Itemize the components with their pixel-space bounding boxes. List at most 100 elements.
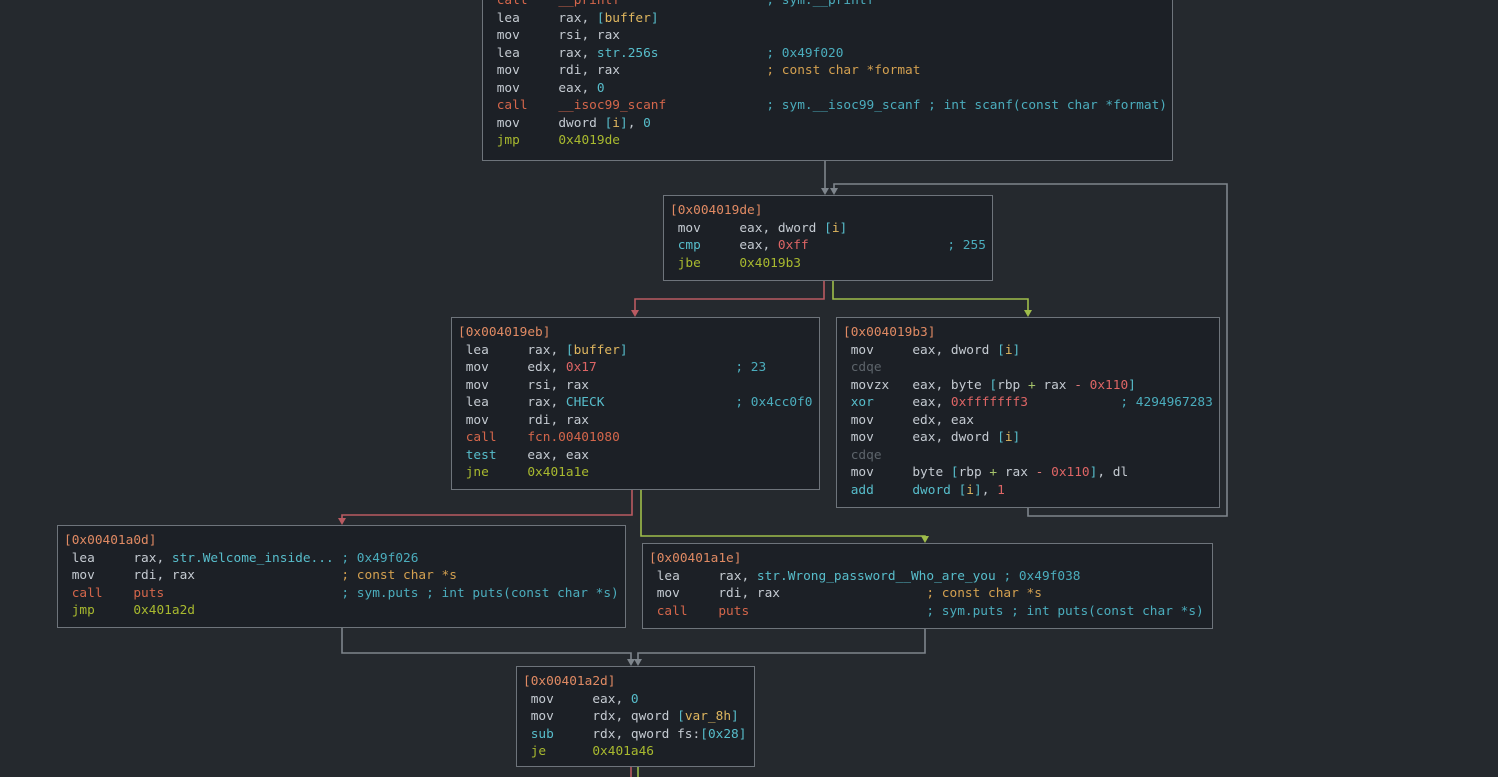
asm-token [1082, 378, 1090, 393]
asm-line[interactable]: je 0x401a46 [523, 743, 754, 761]
asm-token: lea rax, [458, 395, 566, 410]
basic-block-0x00401a2d[interactable]: [0x00401a2d] mov eax, 0 mov rdx, qword [… [516, 666, 755, 767]
asm-token: 0x110 [1051, 465, 1090, 480]
asm-token: mov eax, dword [843, 343, 997, 358]
asm-line[interactable]: jmp 0x4019de [489, 132, 1172, 150]
asm-token [620, 0, 766, 8]
control-flow-edge-green [833, 281, 1028, 312]
asm-line[interactable]: mov eax, 0 [489, 80, 1172, 98]
basic-block-0x00401a1e[interactable]: [0x00401a1e] lea rax, str.Wrong_password… [642, 543, 1213, 629]
asm-line[interactable]: mov eax, 0 [523, 691, 754, 709]
asm-token: rdx, qword fs: [592, 727, 700, 742]
asm-line[interactable]: call __printf ; sym.__printf [489, 0, 1172, 10]
basic-block-0x004019eb[interactable]: [0x004019eb] lea rax, [buffer] mov edx, … [451, 317, 820, 490]
asm-line[interactable]: mov rdi, rax ; const char *format [489, 62, 1172, 80]
asm-line[interactable]: lea rax, str.Wrong_password__Who_are_you… [649, 568, 1212, 586]
asm-line[interactable]: lea rax, [buffer] [489, 10, 1172, 28]
asm-token: sub [523, 727, 592, 742]
asm-line[interactable]: jmp 0x401a2d [64, 602, 625, 620]
basic-block-0x004019b3[interactable]: [0x004019b3] mov eax, dword [i] cdqe mov… [836, 317, 1220, 508]
asm-token: cmp [670, 238, 739, 253]
asm-token: lea rax, [489, 11, 597, 26]
asm-token: ] [731, 709, 739, 724]
asm-line[interactable]: test eax, eax [458, 447, 819, 465]
edge-arrowhead [830, 188, 838, 195]
asm-line[interactable]: mov eax, dword [i] [843, 429, 1219, 447]
asm-token: mov rdi, rax [458, 413, 589, 428]
asm-token: buffer [605, 11, 651, 26]
asm-line[interactable]: lea rax, [buffer] [458, 342, 819, 360]
asm-line[interactable]: cdqe [843, 447, 1219, 465]
asm-token: ] [840, 221, 848, 236]
asm-token: eax, [739, 238, 778, 253]
asm-line[interactable]: lea rax, str.256s ; 0x49f020 [489, 45, 1172, 63]
asm-token: rbp [997, 378, 1028, 393]
asm-token: 0x28 [708, 727, 739, 742]
asm-line[interactable]: mov rdi, rax ; const char *s [649, 585, 1212, 603]
asm-token: ; sym.puts ; int puts(const char *s) [341, 586, 618, 601]
asm-token: mov rsi, rax [458, 378, 589, 393]
asm-token [749, 604, 926, 619]
asm-line[interactable]: mov edx, 0x17 ; 23 [458, 359, 819, 377]
asm-line[interactable]: mov rsi, rax [458, 377, 819, 395]
asm-token: ; 23 [735, 360, 766, 375]
asm-token: mov edx, eax [843, 413, 974, 428]
asm-token: ; 0x49f026 [341, 551, 418, 566]
asm-token: 1 [997, 483, 1005, 498]
asm-line[interactable]: mov rsi, rax [489, 27, 1172, 45]
asm-token: mov eax, dword [843, 430, 997, 445]
asm-token: mov rdi, rax [64, 568, 195, 583]
asm-token: call puts [64, 586, 164, 601]
asm-line[interactable]: xor eax, 0xfffffff3 ; 4294967283 [843, 394, 1219, 412]
asm-line[interactable]: mov byte [rbp + rax - 0x110], dl [843, 464, 1219, 482]
asm-token: mov edx, [458, 360, 566, 375]
asm-line[interactable]: mov rdx, qword [var_8h] [523, 708, 754, 726]
asm-token: i [1005, 343, 1013, 358]
asm-token: [ [824, 221, 832, 236]
asm-line[interactable]: call puts ; sym.puts ; int puts(const ch… [649, 603, 1212, 621]
asm-line[interactable]: add dword [i], 1 [843, 482, 1219, 500]
asm-line[interactable]: cdqe [843, 359, 1219, 377]
asm-token [1043, 465, 1051, 480]
asm-token: ] [620, 116, 628, 131]
asm-token: lea rax, [489, 46, 597, 61]
graph-canvas[interactable]: call __printf ; sym.__printf lea rax, [b… [0, 0, 1498, 777]
asm-token: [ [677, 709, 685, 724]
asm-token: 0 [631, 692, 639, 707]
asm-token: mov rdx, qword [523, 709, 677, 724]
asm-line[interactable]: cmp eax, 0xff ; 255 [670, 237, 992, 255]
basic-block-0x00401a0d[interactable]: [0x00401a0d] lea rax, str.Welcome_inside… [57, 525, 626, 628]
asm-token: var_8h [685, 709, 731, 724]
asm-token: ; sym.__isoc99_scanf ; int scanf(const c… [766, 98, 1167, 113]
asm-line[interactable]: mov eax, dword [i] [843, 342, 1219, 360]
asm-line[interactable]: jbe 0x4019b3 [670, 255, 992, 273]
asm-line[interactable]: call __isoc99_scanf ; sym.__isoc99_scanf… [489, 97, 1172, 115]
asm-token: ; sym.__printf [766, 0, 874, 8]
asm-token: mov rdi, rax [489, 63, 620, 78]
asm-token: je 0x401a46 [523, 744, 654, 759]
asm-token: rbp [959, 465, 990, 480]
asm-line[interactable]: call fcn.00401080 [458, 429, 819, 447]
asm-line[interactable]: lea rax, str.Welcome_inside... ; 0x49f02… [64, 550, 625, 568]
edge-arrowhead [338, 518, 346, 525]
basic-block-0x004019de[interactable]: [0x004019de] mov eax, dword [i] cmp eax,… [663, 195, 993, 281]
basic-block-entry[interactable]: call __printf ; sym.__printf lea rax, [b… [482, 0, 1173, 161]
asm-line[interactable]: mov eax, dword [i] [670, 220, 992, 238]
asm-token: i [966, 483, 974, 498]
asm-token: ] [651, 11, 659, 26]
asm-line[interactable]: call puts ; sym.puts ; int puts(const ch… [64, 585, 625, 603]
asm-line[interactable]: sub rdx, qword fs:[0x28] [523, 726, 754, 744]
asm-line[interactable]: lea rax, CHECK ; 0x4cc0f0 [458, 394, 819, 412]
asm-line[interactable]: mov rdi, rax [458, 412, 819, 430]
asm-line[interactable]: mov dword [i], 0 [489, 115, 1172, 133]
asm-token: [ [700, 727, 708, 742]
edge-arrowhead [627, 659, 635, 666]
asm-token: str.256s [597, 46, 659, 61]
asm-line[interactable]: mov rdi, rax ; const char *s [64, 567, 625, 585]
asm-token: [ [597, 11, 605, 26]
asm-line[interactable]: mov edx, eax [843, 412, 1219, 430]
asm-token: 0 [643, 116, 651, 131]
asm-token: rax [997, 465, 1036, 480]
asm-line[interactable]: jne 0x401a1e [458, 464, 819, 482]
asm-line[interactable]: movzx eax, byte [rbp + rax - 0x110] [843, 377, 1219, 395]
